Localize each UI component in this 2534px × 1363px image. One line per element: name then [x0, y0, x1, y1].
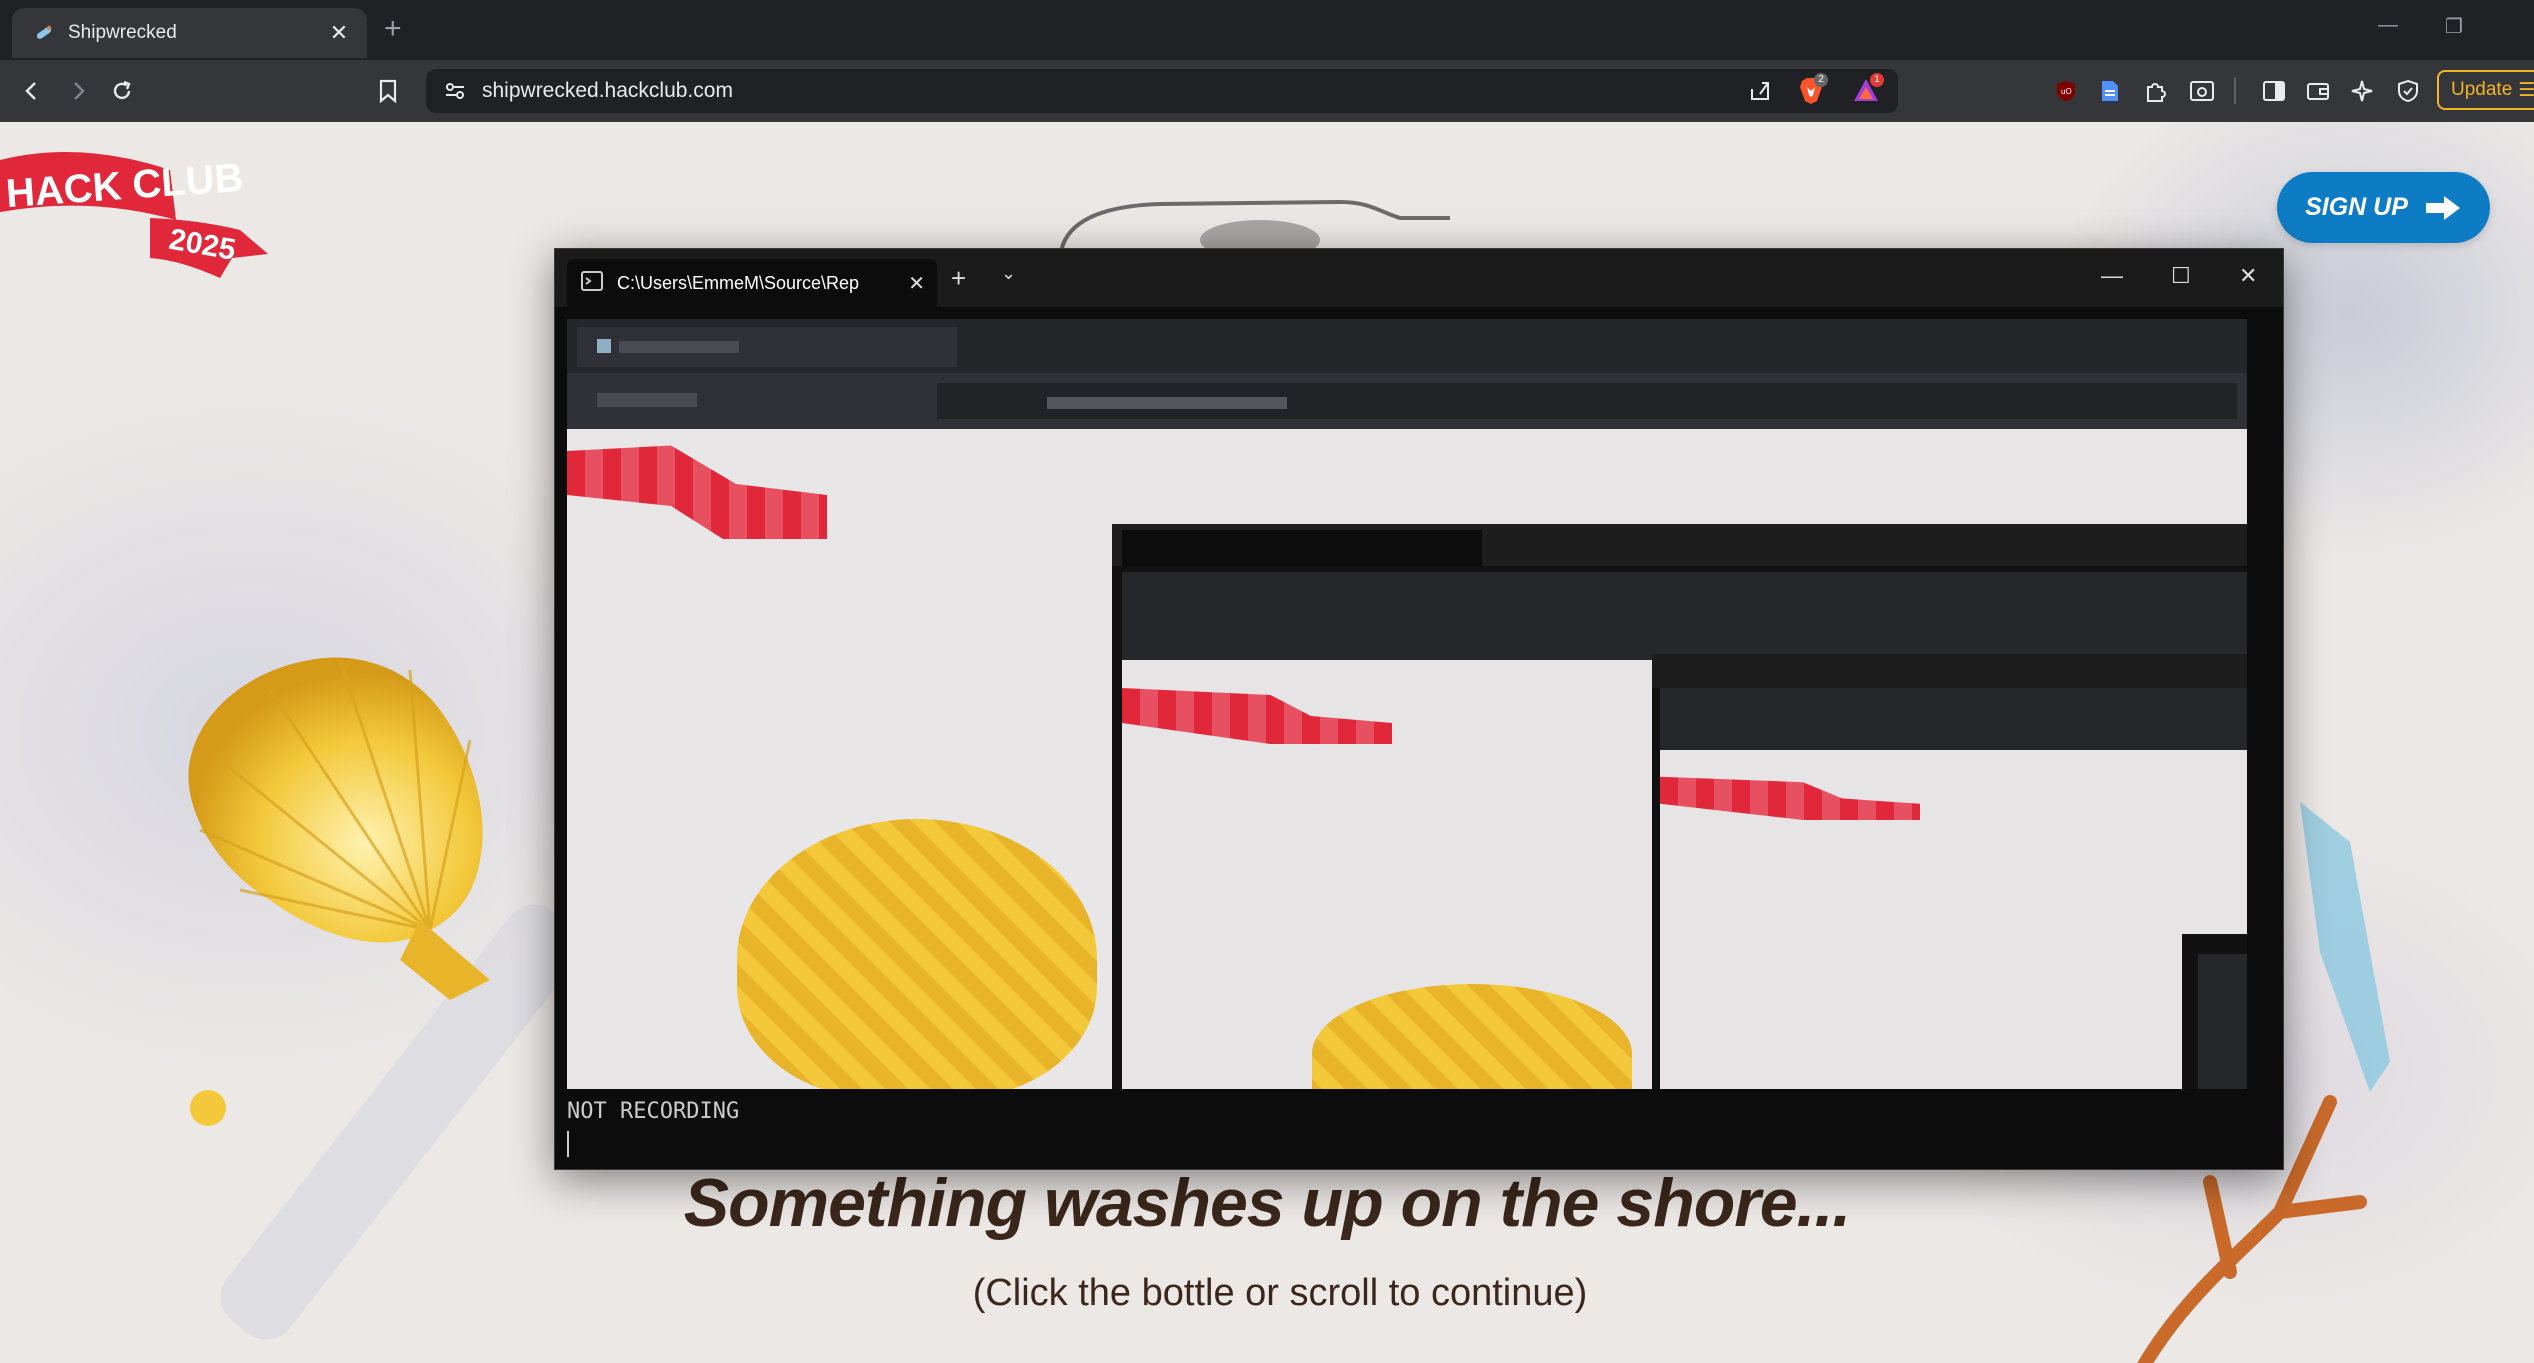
document-extension-icon[interactable] — [2088, 60, 2132, 122]
sign-up-label: SIGN UP — [2305, 193, 2408, 221]
share-icon[interactable] — [1748, 79, 1772, 108]
extensions-puzzle-icon[interactable] — [2134, 60, 2178, 122]
terminal-cursor — [567, 1131, 569, 1157]
hero-subline: (Click the bottle or scroll to continue) — [972, 1272, 1588, 1314]
browser-tab-shipwrecked[interactable]: Shipwrecked ✕ — [12, 8, 367, 58]
terminal-minimize-icon[interactable]: — — [2101, 263, 2123, 289]
terminal-new-tab-icon[interactable]: + — [951, 263, 966, 294]
shipwrecked-favicon-icon — [34, 23, 54, 43]
toolbar-divider — [2234, 78, 2236, 104]
yellow-dot — [190, 1090, 226, 1126]
capture-browser-toolbar — [567, 373, 2247, 429]
brave-rewards-icon[interactable]: 1 — [1852, 73, 1884, 108]
sidebar-toggle-icon[interactable] — [2252, 60, 2296, 122]
terminal-tab-close-icon[interactable]: ✕ — [908, 271, 925, 296]
url-text: shipwrecked.hackclub.com — [482, 79, 733, 102]
blue-glass-shard-icon — [2300, 802, 2390, 1092]
update-button-label: Update — [2451, 79, 2513, 100]
terminal-body[interactable]: NOT RECORDING — [567, 319, 2247, 1157]
terminal-maximize-icon[interactable]: ☐ — [2171, 263, 2191, 289]
terminal-tab-icon — [581, 270, 603, 296]
pixelated-screen-capture-image — [567, 319, 2247, 1089]
scallop-shell-icon — [188, 657, 490, 1000]
terminal-tab-title: C:\Users\EmmeM\Source\Rep — [617, 272, 860, 293]
minimize-window-icon[interactable]: — — [2378, 14, 2398, 37]
site-settings-icon[interactable] — [444, 80, 466, 107]
new-tab-icon[interactable]: + — [384, 14, 402, 44]
svg-text:uO: uO — [2061, 87, 2072, 96]
sign-up-button[interactable]: SIGN UP — [2277, 172, 2490, 243]
shields-count-badge: 2 — [1814, 73, 1828, 87]
capture-shell — [737, 819, 1097, 1089]
restore-window-icon[interactable]: ❐ — [2445, 14, 2463, 39]
vpn-shield-icon[interactable] — [2386, 60, 2430, 122]
menu-icon: ☰ — [2518, 79, 2534, 101]
rewards-badge: 1 — [1870, 73, 1884, 87]
browser-tabstrip: Shipwrecked ✕ + — ❐ — [0, 0, 2534, 60]
back-icon[interactable] — [10, 60, 54, 122]
terminal-status-text: NOT RECORDING — [567, 1099, 740, 1124]
capture-browser-tabstrip — [567, 319, 2247, 373]
reload-icon[interactable] — [100, 60, 144, 122]
address-bar[interactable]: shipwrecked.hackclub.com 2 1 — [426, 69, 1898, 113]
terminal-dropdown-chevron-icon[interactable]: ⌄ — [1001, 263, 1016, 284]
browser-tab-title: Shipwrecked — [68, 22, 177, 43]
wallet-icon[interactable] — [2296, 60, 2340, 122]
capture-terminal-level-1 — [1112, 524, 2247, 1089]
hack-club-2025-logo[interactable]: HACK CLUB 2025 — [0, 150, 280, 280]
bookmark-icon[interactable] — [366, 60, 410, 122]
brave-shields-icon[interactable]: 2 — [1798, 73, 1828, 110]
forward-icon[interactable] — [56, 60, 100, 122]
terminal-titlebar[interactable]: C:\Users\EmmeM\Source\Rep ✕ + ⌄ — ☐ ✕ — [555, 249, 2283, 307]
terminal-close-icon[interactable]: ✕ — [2239, 263, 2257, 289]
arrow-right-icon — [2425, 195, 2460, 220]
terminal-tab[interactable]: C:\Users\EmmeM\Source\Rep ✕ — [567, 259, 937, 307]
screenshot-extension-icon[interactable] — [2180, 60, 2224, 122]
ublock-origin-icon[interactable]: uO — [2044, 60, 2088, 122]
tab-close-icon[interactable]: ✕ — [325, 20, 353, 46]
capture-terminal-level-2 — [1652, 654, 2247, 1089]
update-button[interactable]: Update ☰ — [2437, 70, 2534, 110]
browser-toolbar: shipwrecked.hackclub.com 2 1 uO — [0, 60, 2534, 122]
terminal-window[interactable]: C:\Users\EmmeM\Source\Rep ✕ + ⌄ — ☐ ✕ NO… — [554, 248, 2284, 1170]
hero-headline: Something washes up on the shore... — [683, 1165, 1852, 1241]
leo-ai-icon[interactable] — [2340, 60, 2384, 122]
